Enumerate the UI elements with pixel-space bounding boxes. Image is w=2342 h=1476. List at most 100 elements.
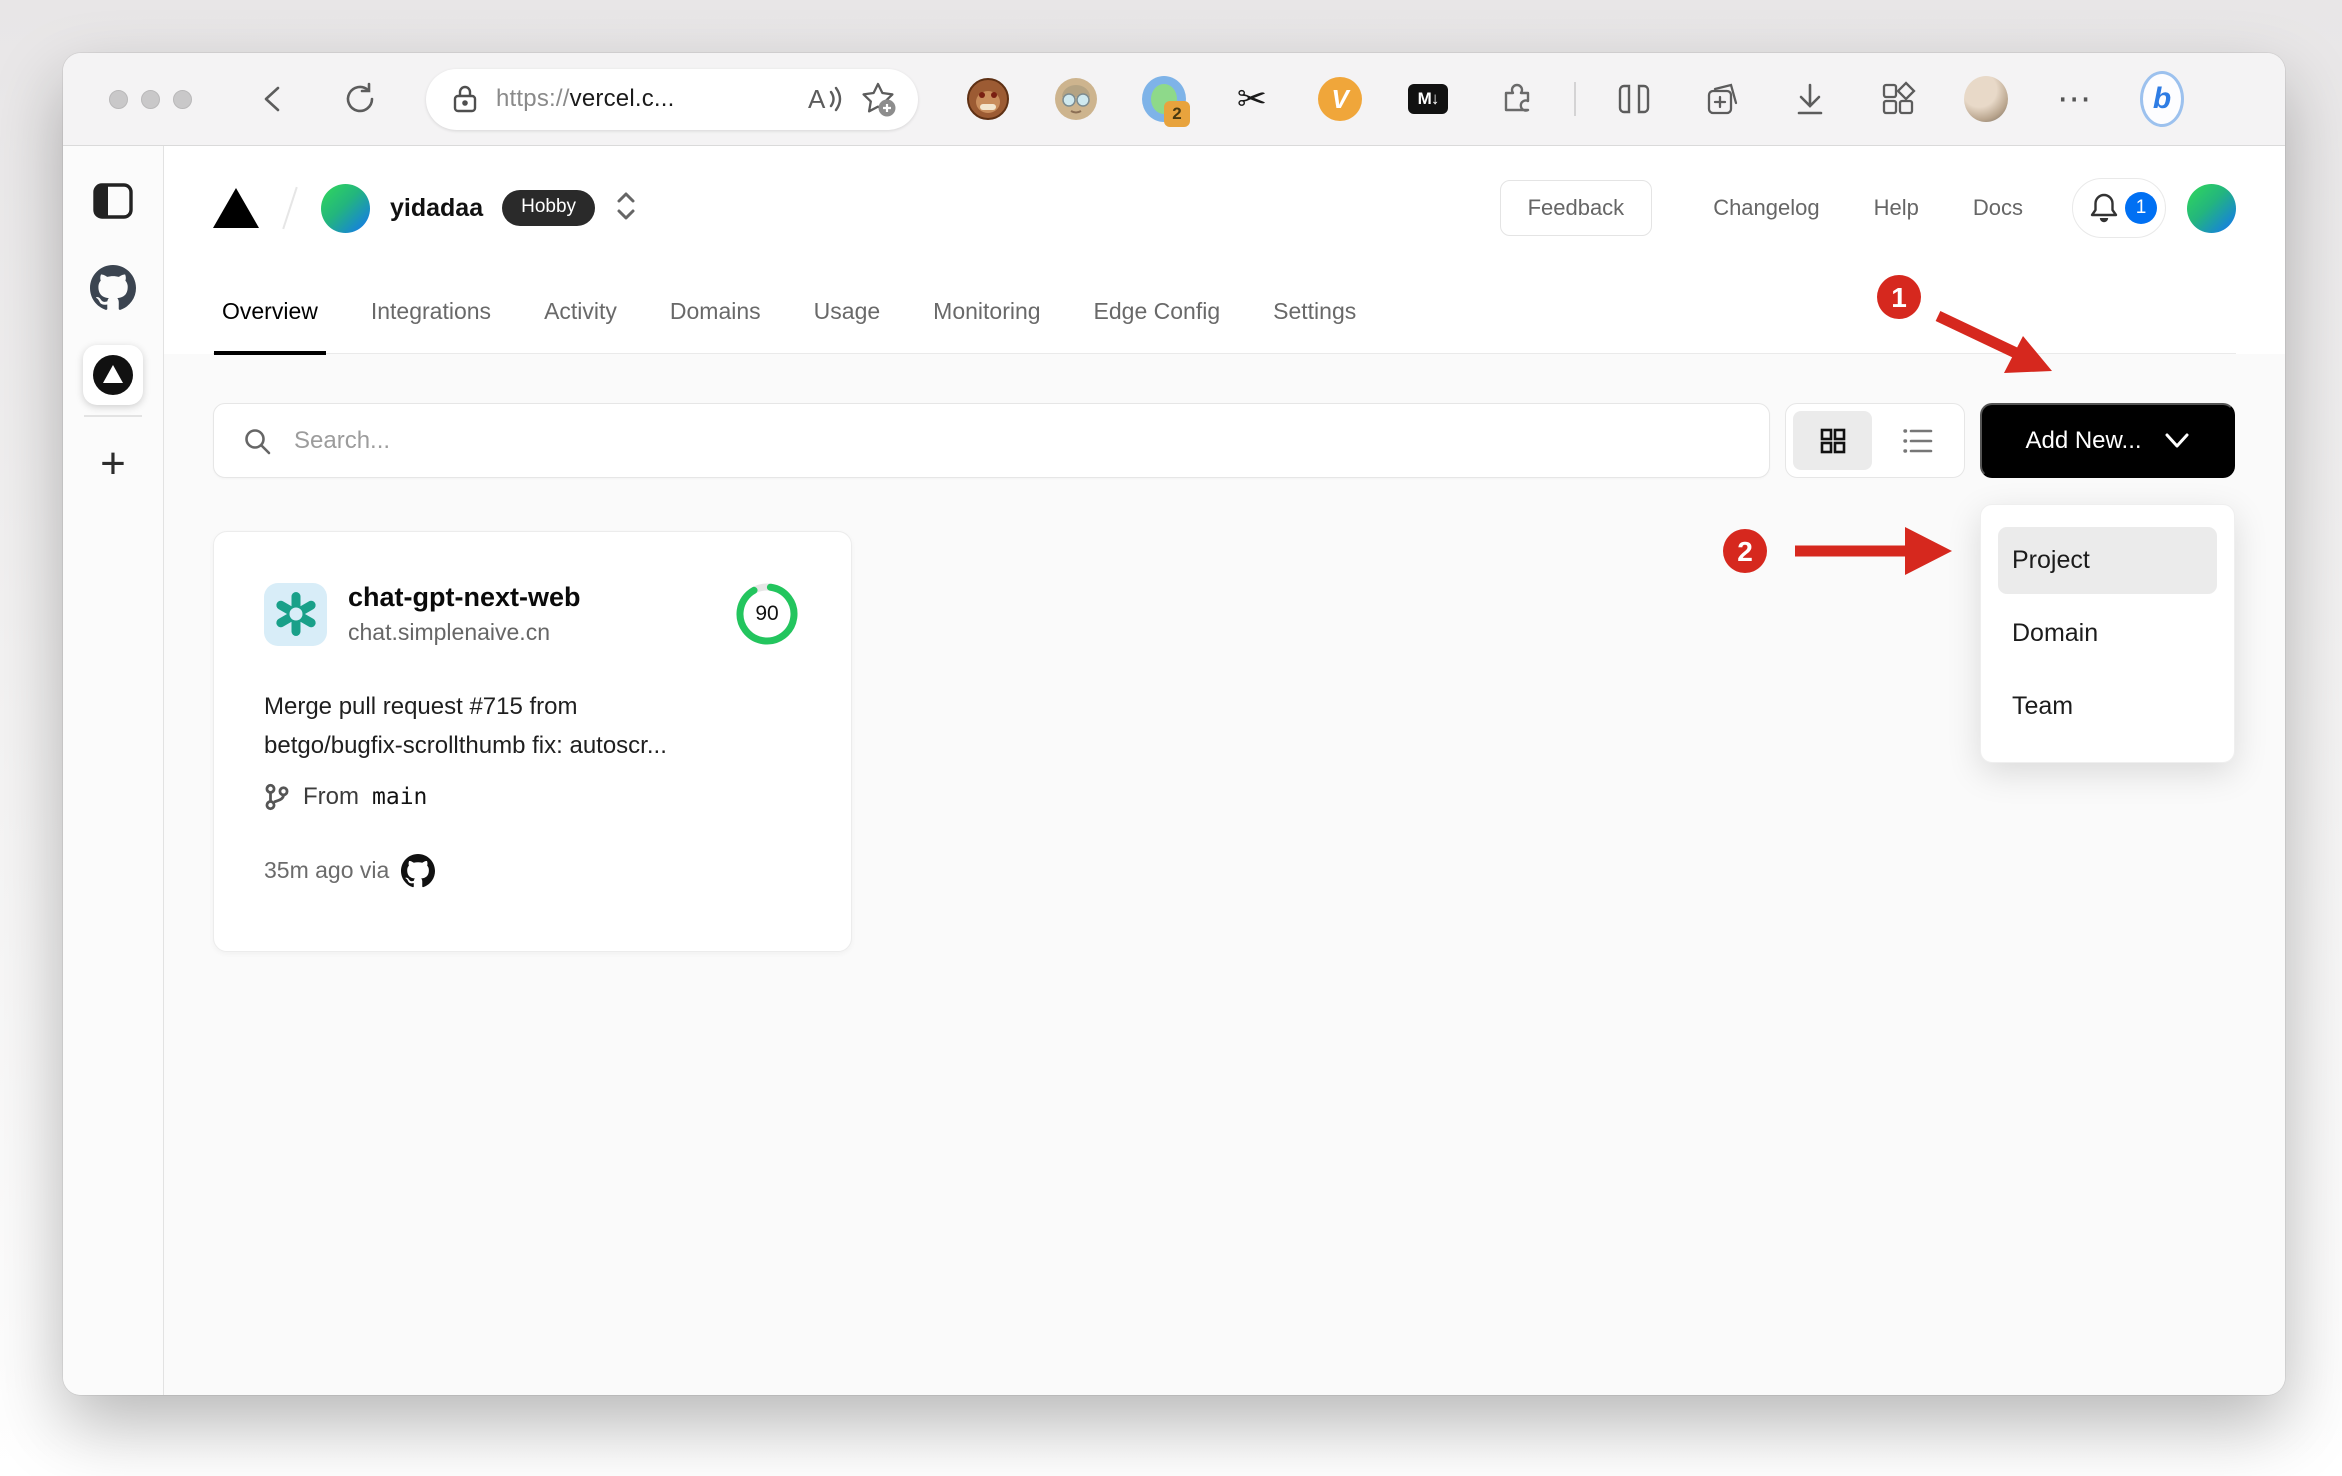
team-switcher-button[interactable]: [613, 189, 639, 228]
downloads-button[interactable]: [1788, 77, 1832, 121]
deployed-time: 35m ago via: [264, 857, 390, 884]
notification-count-badge: 1: [2125, 192, 2157, 224]
score-gauge: 90: [733, 580, 801, 648]
person-face-icon: [1055, 78, 1097, 120]
project-name[interactable]: chat-gpt-next-web: [348, 582, 581, 613]
settings-more-button[interactable]: ⋯: [2052, 77, 2096, 121]
traffic-lights: [109, 89, 192, 109]
commit-message[interactable]: Merge pull request #715 from betgo/bugfi…: [264, 688, 801, 766]
dropdown-item-domain[interactable]: Domain: [1998, 600, 2217, 667]
github-icon: [401, 853, 436, 887]
url-text: https://vercel.c...: [496, 85, 804, 113]
search-input[interactable]: [294, 426, 1741, 455]
v-icon: V: [1318, 77, 1362, 121]
profile-switcher-extension-icon[interactable]: 2: [1142, 76, 1190, 127]
from-label: From: [303, 782, 359, 810]
tampermonkey-extension-icon[interactable]: [966, 77, 1010, 121]
plus-icon: +: [100, 439, 126, 488]
bell-icon: [2090, 193, 2118, 223]
tab-vercel-active[interactable]: [83, 345, 143, 405]
grid-view-button[interactable]: [1793, 411, 1872, 470]
team-avatar[interactable]: [321, 183, 370, 233]
list-view-button[interactable]: [1878, 411, 1957, 470]
tab-edge-config[interactable]: Edge Config: [1092, 270, 1223, 353]
tab-domains[interactable]: Domains: [668, 270, 763, 353]
breadcrumb-slash: [282, 186, 298, 230]
tab-settings[interactable]: Settings: [1271, 270, 1358, 353]
tab-github[interactable]: [83, 258, 143, 318]
dashboard-tabs: Overview Integrations Activity Domains U…: [213, 270, 2236, 355]
markdown-extension-icon[interactable]: M↓: [1406, 77, 1450, 121]
apps-button[interactable]: [1876, 77, 1920, 121]
back-arrow-icon: [264, 86, 280, 112]
vercel-logo[interactable]: [213, 188, 259, 228]
read-aloud-icon[interactable]: A: [804, 82, 844, 116]
feedback-button[interactable]: Feedback: [1499, 180, 1653, 236]
link-docs[interactable]: Docs: [1973, 195, 2023, 221]
extensions-menu-button[interactable]: [1494, 77, 1538, 121]
dropdown-item-team[interactable]: Team: [1998, 673, 2217, 740]
profile-count-badge: 2: [1164, 101, 1190, 127]
sidebar-toggle-button[interactable]: [83, 171, 143, 231]
notifications-button[interactable]: 1: [2072, 178, 2166, 238]
tab-usage[interactable]: Usage: [812, 270, 882, 353]
link-help[interactable]: Help: [1874, 195, 1919, 221]
dropdown-item-project[interactable]: Project: [1998, 527, 2217, 594]
apps-grid-icon: [1882, 81, 1916, 115]
list-view-icon: [1902, 428, 1932, 453]
zoom-window-button[interactable]: [173, 89, 192, 109]
minimize-window-button[interactable]: [141, 89, 160, 109]
browser-profile-button[interactable]: [1964, 76, 2008, 122]
panel-toggle-icon: [93, 183, 133, 219]
tab-overview[interactable]: Overview: [214, 270, 326, 355]
scissors-extension-icon[interactable]: ✂: [1230, 77, 1274, 121]
project-domain[interactable]: chat.simplenaive.cn: [348, 619, 581, 646]
download-icon: [1797, 83, 1823, 115]
favorites-star-icon[interactable]: [858, 79, 898, 119]
close-window-button[interactable]: [109, 89, 128, 109]
project-favicon: [264, 582, 327, 646]
extensions-row: 2 ✂ V M↓ ⋯ b: [944, 71, 2184, 127]
scissors-icon: ✂: [1236, 78, 1268, 119]
openai-logo-icon: [275, 592, 316, 636]
browser-window: https://vercel.c... A 2 ✂ V M↓ ⋯ b + yid…: [63, 53, 2285, 1395]
svg-text:A: A: [808, 84, 826, 114]
tab-integrations[interactable]: Integrations: [369, 270, 493, 353]
tab-monitoring[interactable]: Monitoring: [931, 270, 1042, 353]
split-screen-button[interactable]: [1612, 77, 1656, 121]
github-icon: [90, 265, 136, 310]
chevron-down-icon: [2165, 433, 2189, 447]
deployment-meta: 35m ago via: [264, 853, 801, 888]
add-new-button[interactable]: Add New...: [1980, 403, 2235, 478]
grid-view-icon: [1820, 428, 1845, 453]
puzzle-piece-icon: [1504, 83, 1530, 112]
refresh-button[interactable]: [340, 79, 380, 119]
browser-sidebar: +: [63, 146, 164, 1395]
commit-line-2: betgo/bugfix-scrollthumb fix: autoscr...: [264, 731, 667, 759]
add-new-label: Add New...: [2025, 426, 2142, 454]
monkey-icon: [967, 78, 1009, 120]
vercel-favicon: [93, 355, 133, 395]
dashboard-header: yidadaa Hobby Feedback Changelog Help Do…: [164, 146, 2285, 355]
score-value: 90: [755, 602, 779, 625]
project-card[interactable]: chat-gpt-next-web chat.simplenaive.cn 90: [213, 531, 852, 952]
address-bar[interactable]: https://vercel.c... A: [426, 68, 918, 130]
user-avatar[interactable]: [2187, 183, 2236, 233]
collections-button[interactable]: [1700, 77, 1744, 121]
bing-chat-button[interactable]: b: [2140, 71, 2184, 127]
new-tab-button[interactable]: +: [83, 439, 143, 489]
overview-content: Add New...: [164, 354, 2285, 1395]
v-extension-icon[interactable]: V: [1318, 77, 1362, 121]
branch-name: main: [372, 783, 428, 810]
refresh-icon: [346, 82, 374, 113]
link-changelog[interactable]: Changelog: [1713, 195, 1819, 221]
git-branch-icon: [265, 783, 289, 810]
profile-avatar: [1964, 76, 2008, 122]
browser-toolbar: https://vercel.c... A 2 ✂ V M↓ ⋯ b: [63, 53, 2285, 146]
chevron-up-down-icon: [617, 192, 635, 219]
persona-extension-icon[interactable]: [1054, 77, 1098, 121]
back-button[interactable]: [254, 79, 294, 119]
url-host: vercel.c...: [569, 85, 675, 112]
view-toggle: [1785, 403, 1965, 478]
tab-activity[interactable]: Activity: [542, 270, 619, 353]
